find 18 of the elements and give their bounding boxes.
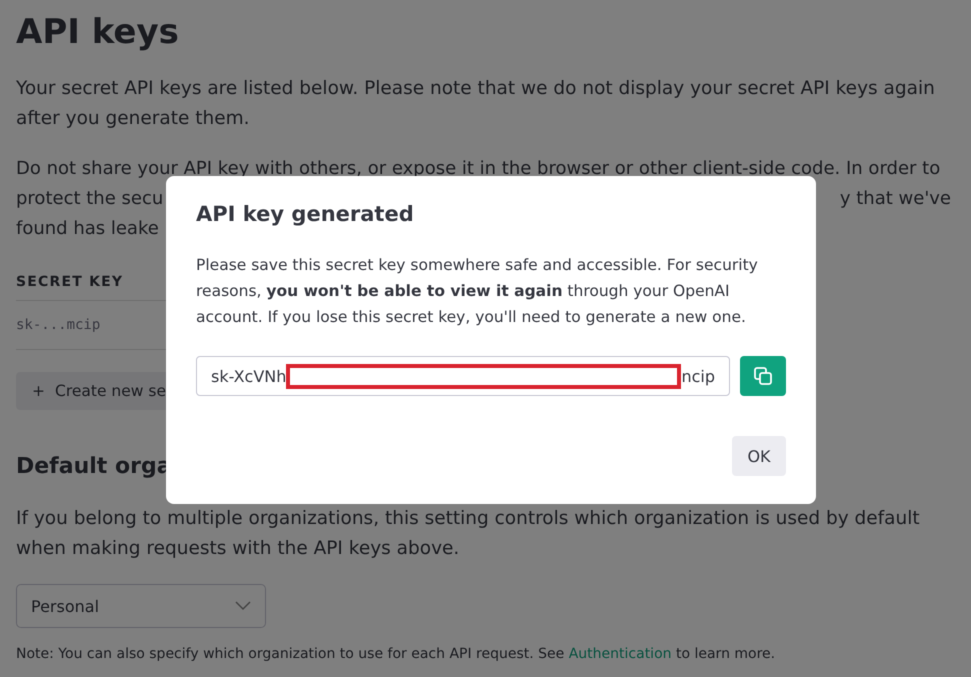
page-title: API keys — [16, 11, 180, 54]
ok-button[interactable]: OK — [732, 436, 786, 476]
warning-text: y that we've — [840, 187, 951, 211]
org-description: If you belong to multiple organizations, this setting controls which organization is used by default when making requests with the API keys above. — [16, 507, 921, 561]
warning-text: protect the secu — [16, 187, 164, 211]
warning-text: Do not share your API key with others, or expose it in the browser or other client-side code. In order to — [16, 157, 940, 181]
organization-select[interactable]: Personal — [16, 584, 266, 628]
copy-icon — [753, 366, 773, 386]
copy-button[interactable] — [740, 356, 786, 396]
intro-text: Your secret API keys are listed below. Please note that we do not display your secret API keys again after you generate them. — [16, 77, 936, 131]
authentication-link[interactable]: Authentication — [568, 646, 672, 662]
dialog-title: API key generated — [196, 202, 415, 226]
key-field[interactable]: sk-XcVNh ncip — [196, 356, 730, 396]
chevron-down-icon — [235, 601, 251, 611]
key-text: ncip — [681, 366, 715, 386]
warning-text: found has leake — [16, 217, 159, 241]
dialog-text: Please save this secret key somewhere safe and accessible. For security reasons, you won't be able to view it again through your OpenAI account. If you lose this secret key, you'll need to generate a new one. — [196, 255, 759, 328]
note-text: Note: You can also specify which organization to use for each API request. See Authentication to learn more. — [16, 646, 776, 662]
